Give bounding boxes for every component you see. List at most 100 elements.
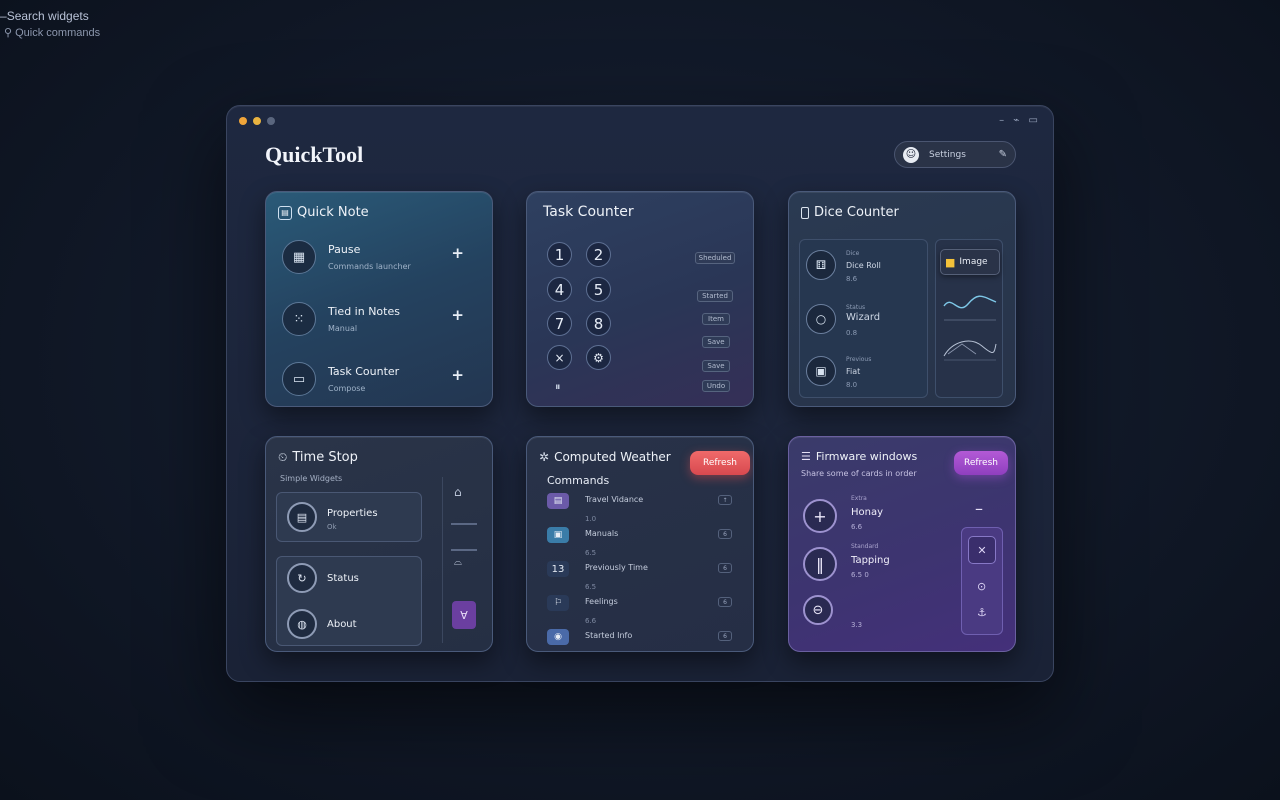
command-row[interactable]: ▣ Manuals 6 — [547, 527, 732, 543]
user-chip[interactable]: ☺ Settings ✎ — [894, 141, 1016, 168]
globe-icon: ◍ — [287, 609, 317, 639]
item-label: Honay — [851, 507, 884, 518]
key-settings[interactable]: ⚙ — [586, 345, 611, 370]
key-7[interactable]: 7 — [547, 311, 572, 336]
command-badge[interactable]: 6 — [718, 563, 732, 573]
collapse-button[interactable]: – — [975, 499, 983, 518]
avatar: ☺ — [903, 146, 919, 163]
list-item[interactable]: ▦ Pause Commands launcher + — [282, 240, 482, 286]
properties-panel[interactable]: ▤ Properties Ok — [276, 492, 422, 542]
firmware-windows-card: ☰ Firmware windows Refresh Share some of… — [788, 436, 1016, 652]
card-title: ✲ Computed Weather — [539, 450, 671, 464]
dice-icon: ⚅ — [806, 250, 836, 280]
key-2[interactable]: 2 — [586, 242, 611, 267]
firmware-sidebar: ✕ ⊙ ⚓ — [961, 527, 1003, 635]
list-item[interactable]: ‖ Standard Tapping 6.5 0 — [803, 543, 943, 587]
command-badge[interactable]: ↑ — [718, 495, 732, 505]
list-item[interactable]: ▣ Previous Fiat 8.0 — [806, 356, 926, 400]
anchor-icon[interactable]: ⚓ — [977, 606, 987, 619]
command-row[interactable]: 13 Previously Time 6 — [547, 561, 732, 577]
app-title: QuickTool — [265, 142, 364, 167]
add-button[interactable]: + — [451, 306, 464, 324]
gear-icon: ✲ — [539, 450, 550, 464]
command-row[interactable]: ⚐ Feelings 6 — [547, 595, 732, 611]
list-item[interactable]: ▭ Task Counter Compose + — [282, 362, 482, 406]
tag-button[interactable]: Save — [702, 360, 730, 372]
item-caption: Dice — [846, 250, 860, 257]
list-item[interactable]: + Extra Honay 6.6 — [803, 495, 943, 539]
list-item[interactable]: ⁙ Tied in Notes Manual + — [282, 302, 482, 348]
key-5[interactable]: 5 — [586, 277, 611, 302]
tag-button[interactable]: Undo — [702, 380, 730, 392]
list-item[interactable]: ○ Status Wizard 0.8 — [806, 304, 926, 348]
car-icon[interactable]: ⌓ — [454, 557, 462, 568]
app-icon: ▣ — [547, 527, 569, 543]
command-sub: 6.5 — [585, 583, 597, 591]
search-hint-text: –Search widgets — [0, 9, 89, 23]
window-controls[interactable]: – ⌁ ▭ — [999, 115, 1041, 126]
minimize-dot[interactable] — [253, 117, 261, 125]
search-hint[interactable]: –Search widgets ⚲ Quick commands — [0, 9, 100, 39]
item-caption: Previous — [846, 356, 872, 363]
divider — [451, 523, 477, 525]
item-label: Tied in Notes — [328, 305, 400, 318]
close-dot[interactable] — [239, 117, 247, 125]
lock-icon[interactable]: ⊙ — [977, 580, 986, 593]
folder-icon: ■ — [945, 255, 956, 269]
command-sub: 6.6 — [585, 617, 597, 625]
tools-icon[interactable]: ✕ — [968, 536, 996, 564]
refresh-button[interactable]: Refresh — [690, 451, 750, 475]
app-window: – ⌁ ▭ QuickTool ☺ Settings ✎ ▤ Quick Not… — [226, 105, 1054, 682]
command-row[interactable]: ▤ Travel Vidance ↑ — [547, 493, 732, 509]
remove-icon: ⊖ — [803, 595, 833, 625]
key-clear[interactable]: × — [547, 345, 572, 370]
edit-icon[interactable]: ✎ — [999, 149, 1007, 160]
command-badge[interactable]: 6 — [718, 597, 732, 607]
item-sub: Manual — [328, 324, 358, 333]
item-value: 6.5 0 — [851, 571, 869, 579]
divider — [451, 549, 477, 551]
add-button[interactable]: + — [451, 366, 464, 384]
key-1[interactable]: 1 — [547, 242, 572, 267]
list-item[interactable]: ▤ Properties Ok — [287, 502, 417, 536]
tag-button[interactable]: Save — [702, 336, 730, 348]
item-label: Pause — [328, 243, 361, 256]
selected-tool-button[interactable]: ∀ — [452, 601, 476, 629]
commands-title: Commands — [547, 474, 610, 487]
dots-icon: ⁙ — [282, 302, 316, 336]
item-label: Status — [327, 573, 359, 584]
pause-icon[interactable]: ⏸ — [555, 380, 561, 394]
card-subtitle: Simple Widgets — [280, 474, 343, 483]
list-item[interactable]: ⊖ 3.3 — [803, 595, 943, 635]
tag-button[interactable]: Item — [702, 313, 730, 325]
item-label: Task Counter — [328, 365, 400, 378]
wave-graph — [943, 295, 997, 321]
card-title: ▤ Quick Note — [278, 205, 369, 220]
dice-preview-panel: ■ Image — [935, 239, 1003, 398]
list-item[interactable]: ◍ About — [287, 609, 417, 643]
list-item[interactable]: ↻ Status — [287, 563, 417, 597]
key-4[interactable]: 4 — [547, 277, 572, 302]
list-item[interactable]: ⚅ Dice Dice Roll 8.6 — [806, 250, 926, 294]
tag-button[interactable]: Started — [697, 290, 733, 302]
time-stop-card: ⏲ Time Stop Simple Widgets ▤ Properties … — [265, 436, 493, 652]
command-row[interactable]: ◉ Started Info 6 — [547, 629, 732, 645]
home-icon[interactable]: ⌂ — [454, 485, 462, 499]
command-badge[interactable]: 6 — [718, 631, 732, 641]
tag-button[interactable]: Sheduled — [695, 252, 735, 264]
globe-icon: ◉ — [547, 629, 569, 645]
refresh-button[interactable]: Refresh — [954, 451, 1008, 475]
add-button[interactable]: + — [451, 244, 464, 262]
command-sub: 6.5 — [585, 549, 597, 557]
image-button[interactable]: ■ Image — [940, 249, 1000, 275]
item-label: Wizard — [846, 312, 881, 323]
phone-icon — [801, 206, 809, 219]
zoom-dot[interactable] — [267, 117, 275, 125]
circle-icon: ○ — [806, 304, 836, 334]
key-8[interactable]: 8 — [586, 311, 611, 336]
command-badge[interactable]: 6 — [718, 529, 732, 539]
command-label: Feelings — [585, 597, 618, 606]
item-caption: Extra — [851, 495, 867, 502]
item-value: 0.8 — [846, 329, 858, 337]
list-icon: ▤ — [547, 493, 569, 509]
